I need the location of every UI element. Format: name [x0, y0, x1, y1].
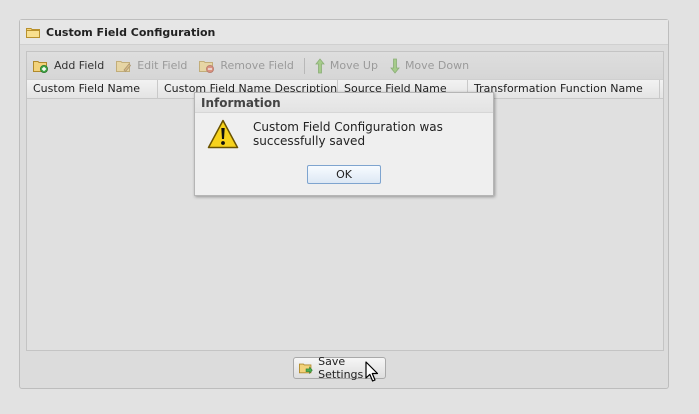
dialog-title[interactable]: Information: [195, 93, 493, 113]
toolbar-separator: [303, 57, 305, 74]
custom-field-configuration-panel: Custom Field Configuration Add Field Edi…: [19, 19, 669, 389]
information-dialog: Information Custom Field Configuration w…: [194, 92, 494, 196]
move-down-label: Move Down: [404, 59, 470, 72]
dialog-body: Custom Field Configuration was successfu…: [207, 119, 487, 149]
column-transformation-function-name[interactable]: Transformation Function Name: [468, 80, 660, 99]
dialog-message: Custom Field Configuration was successfu…: [253, 120, 443, 148]
ok-button[interactable]: OK: [307, 165, 381, 184]
folder-icon: [26, 27, 40, 38]
grid-toolbar: Add Field Edit Field Remove Field Move U…: [27, 52, 663, 80]
add-field-label: Add Field: [54, 59, 105, 72]
save-folder-icon: [299, 363, 313, 375]
column-custom-field-name[interactable]: Custom Field Name: [27, 80, 158, 99]
warning-icon: [207, 119, 239, 149]
remove-field-button[interactable]: Remove Field: [197, 56, 296, 76]
move-up-button[interactable]: Move Up: [313, 56, 380, 76]
remove-folder-icon: [199, 60, 215, 73]
arrow-down-icon: [390, 58, 400, 74]
move-down-button[interactable]: Move Down: [388, 56, 471, 76]
add-field-button[interactable]: Add Field: [31, 56, 106, 76]
move-up-label: Move Up: [329, 59, 378, 72]
edit-folder-icon: [116, 60, 132, 72]
mouse-pointer-icon: [365, 361, 379, 382]
arrow-up-icon: [315, 57, 325, 73]
panel-header: Custom Field Configuration: [20, 20, 668, 45]
add-folder-icon: [33, 60, 48, 73]
remove-field-label: Remove Field: [220, 59, 294, 72]
edit-field-button[interactable]: Edit Field: [114, 56, 189, 76]
edit-field-label: Edit Field: [137, 59, 188, 72]
panel-title: Custom Field Configuration: [46, 25, 216, 39]
